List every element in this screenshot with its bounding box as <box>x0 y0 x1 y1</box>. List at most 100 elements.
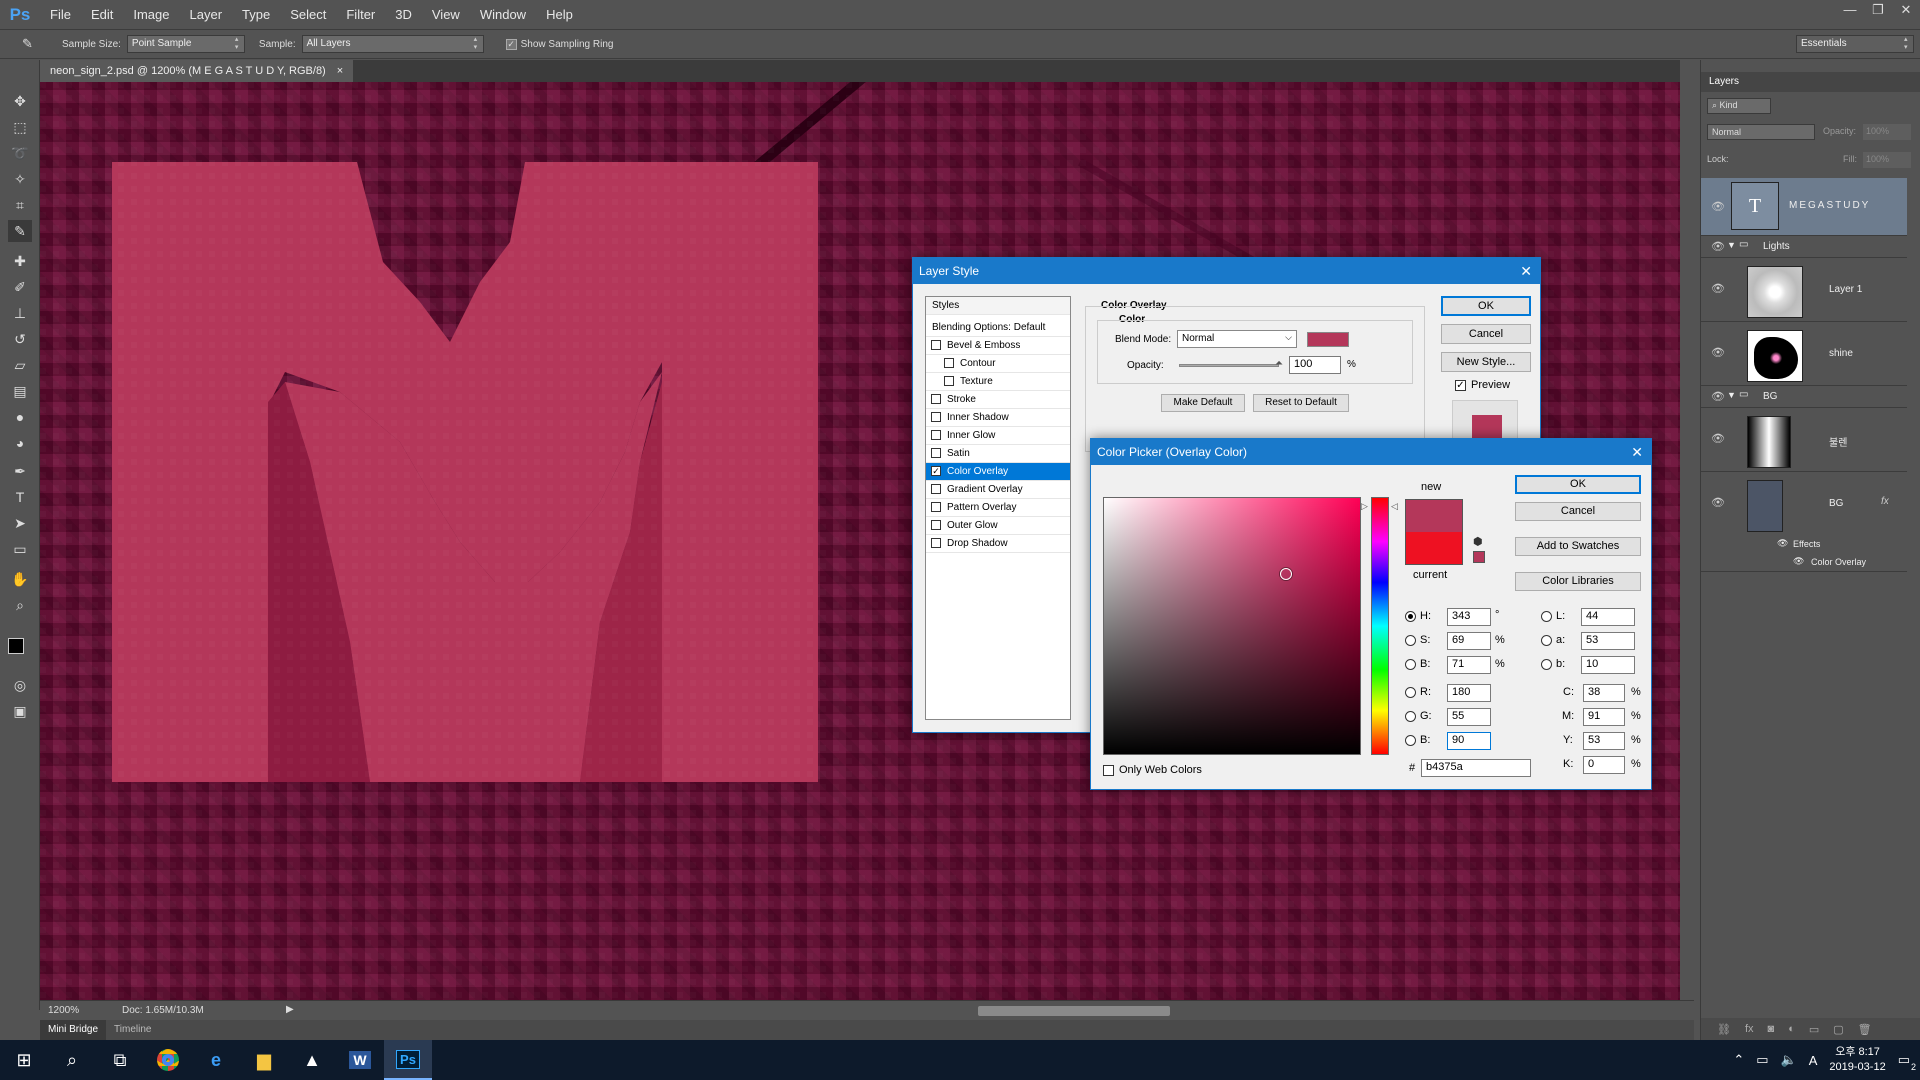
l-radio[interactable] <box>1541 611 1552 622</box>
style-checkbox[interactable] <box>931 340 941 350</box>
tab-timeline[interactable]: Timeline <box>106 1020 159 1040</box>
style-checkbox[interactable] <box>944 358 954 368</box>
layer-row-shine[interactable]: 👁 shine <box>1701 322 1907 386</box>
l-input[interactable]: 44 <box>1581 608 1635 626</box>
layer-row-lights-group[interactable]: 👁 ▼ ▭ Lights <box>1701 236 1907 258</box>
y-input[interactable]: 53 <box>1583 732 1625 750</box>
style-item-gradient-overlay[interactable]: Gradient Overlay <box>926 481 1070 499</box>
style-checkbox[interactable] <box>931 394 941 404</box>
add-to-swatches-button[interactable]: Add to Swatches <box>1515 537 1641 556</box>
network-icon[interactable]: ▭ <box>1756 1052 1768 1068</box>
blending-options-item[interactable]: Blending Options: Default <box>926 319 1070 337</box>
opacity-slider[interactable] <box>1179 364 1279 367</box>
hand-tool-icon[interactable]: ✋ <box>8 568 32 590</box>
current-color-swatch[interactable] <box>1405 532 1463 565</box>
style-checkbox[interactable] <box>931 448 941 458</box>
effects-eye-icon[interactable]: 👁 <box>1777 538 1788 549</box>
layer-row-blend[interactable]: 👁 불렌 <box>1701 408 1907 472</box>
word-icon[interactable]: W <box>336 1040 384 1080</box>
fx-menu-icon[interactable]: fx <box>1745 1023 1754 1035</box>
menu-window[interactable]: Window <box>470 0 536 29</box>
s-input[interactable]: 69 <box>1447 632 1491 650</box>
ime-indicator[interactable]: A <box>1809 1053 1818 1068</box>
notification-icon[interactable]: ▭ 2 <box>1898 1052 1916 1072</box>
style-item-inner-glow[interactable]: Inner Glow <box>926 427 1070 445</box>
reset-default-button[interactable]: Reset to Default <box>1253 394 1349 412</box>
trash-icon[interactable]: 🗑 <box>1858 1023 1872 1036</box>
style-item-satin[interactable]: Satin <box>926 445 1070 463</box>
style-item-bevel-emboss[interactable]: Bevel & Emboss <box>926 337 1070 355</box>
file-explorer-icon[interactable]: ▆ <box>240 1040 288 1080</box>
only-web-colors-checkbox[interactable] <box>1103 765 1114 776</box>
m-input[interactable]: 91 <box>1583 708 1625 726</box>
style-checkbox[interactable] <box>931 430 941 440</box>
edge-icon[interactable]: e <box>192 1040 240 1080</box>
close-icon[interactable]: ✕ <box>1631 439 1643 465</box>
eyedropper-icon[interactable]: ✎ <box>22 36 42 52</box>
new-group-icon[interactable]: ▭ <box>1809 1023 1819 1036</box>
style-item-contour[interactable]: Contour <box>926 355 1070 373</box>
color-overlay-effect-row[interactable]: 👁 Color Overlay <box>1701 554 1907 572</box>
style-checkbox[interactable] <box>931 412 941 422</box>
style-item-texture[interactable]: Texture <box>926 373 1070 391</box>
layer-effects-row[interactable]: 👁 Effects <box>1701 536 1907 554</box>
hue-slider[interactable] <box>1371 497 1389 755</box>
task-view-icon[interactable]: ⧉ <box>96 1040 144 1080</box>
new-layer-icon[interactable]: ▢ <box>1833 1023 1843 1036</box>
color-libraries-button[interactable]: Color Libraries <box>1515 572 1641 591</box>
menu-select[interactable]: Select <box>280 0 336 29</box>
hue-slider-right-arrow-icon[interactable]: ◁ <box>1391 501 1398 512</box>
status-menu-arrow-icon[interactable]: ▶ <box>286 1004 294 1015</box>
shape-tool-icon[interactable]: ▭ <box>8 538 32 560</box>
visibility-eye-icon[interactable]: 👁 <box>1711 496 1725 509</box>
visibility-eye-icon[interactable]: 👁 <box>1711 282 1725 295</box>
menu-3d[interactable]: 3D <box>385 0 422 29</box>
fill-field[interactable]: 100% <box>1863 152 1911 168</box>
fx-icon[interactable]: fx <box>1881 496 1889 507</box>
menu-type[interactable]: Type <box>232 0 280 29</box>
r-input[interactable]: 180 <box>1447 684 1491 702</box>
layers-tab[interactable]: Layers <box>1709 76 1739 87</box>
close-button[interactable]: ✕ <box>1892 0 1920 22</box>
style-item-inner-shadow[interactable]: Inner Shadow <box>926 409 1070 427</box>
web-safe-swatch-icon[interactable] <box>1473 551 1485 563</box>
hue-slider-left-arrow-icon[interactable]: ▷ <box>1361 501 1368 512</box>
style-item-drop-shadow[interactable]: Drop Shadow <box>926 535 1070 553</box>
blend-mode-select[interactable]: Normal ⌵ <box>1177 330 1297 348</box>
crop-tool-icon[interactable]: ⌗ <box>8 194 32 216</box>
show-ring-checkbox[interactable]: ✓ <box>505 38 517 50</box>
type-tool-icon[interactable]: T <box>8 486 32 508</box>
style-item-color-overlay[interactable]: ✓ Color Overlay <box>926 463 1070 481</box>
path-select-icon[interactable]: ➤ <box>8 512 32 534</box>
zoom-level[interactable]: 1200% <box>48 1005 79 1016</box>
menu-filter[interactable]: Filter <box>336 0 385 29</box>
make-default-button[interactable]: Make Default <box>1161 394 1245 412</box>
zoom-tool-icon[interactable]: ⌕ <box>8 594 32 616</box>
workspace-select[interactable]: Essentials <box>1796 35 1914 53</box>
r-radio[interactable] <box>1405 687 1416 698</box>
style-checkbox[interactable]: ✓ <box>931 466 941 476</box>
eraser-tool-icon[interactable]: ▱ <box>8 354 32 376</box>
minimize-button[interactable]: — <box>1836 0 1864 22</box>
close-icon[interactable]: ✕ <box>1520 258 1532 284</box>
styles-header[interactable]: Styles <box>926 297 1070 315</box>
marquee-tool-icon[interactable]: ⬚ <box>8 116 32 138</box>
dodge-tool-icon[interactable]: ◕ <box>8 432 32 454</box>
vertical-scrollbar[interactable] <box>1680 82 1694 1000</box>
effect-eye-icon[interactable]: 👁 <box>1793 556 1804 567</box>
lab-b-radio[interactable] <box>1541 659 1552 670</box>
h-input[interactable]: 343 <box>1447 608 1491 626</box>
foreground-color-swatch[interactable] <box>8 638 24 654</box>
saturation-brightness-field[interactable] <box>1103 497 1361 755</box>
stamp-tool-icon[interactable]: ⊥ <box>8 302 32 324</box>
color-picker-ok-button[interactable]: OK <box>1515 475 1641 494</box>
layer-row-bg[interactable]: 👁 BG fx <box>1701 472 1907 536</box>
style-checkbox[interactable] <box>931 520 941 530</box>
opacity-input[interactable]: 100 <box>1289 356 1341 374</box>
move-tool-icon[interactable]: ✥ <box>8 90 32 112</box>
k-input[interactable]: 0 <box>1583 756 1625 774</box>
blend-mode-select[interactable]: Normal <box>1707 124 1815 140</box>
menu-image[interactable]: Image <box>123 0 179 29</box>
lab-b-input[interactable]: 10 <box>1581 656 1635 674</box>
overlay-color-swatch[interactable] <box>1307 332 1349 347</box>
